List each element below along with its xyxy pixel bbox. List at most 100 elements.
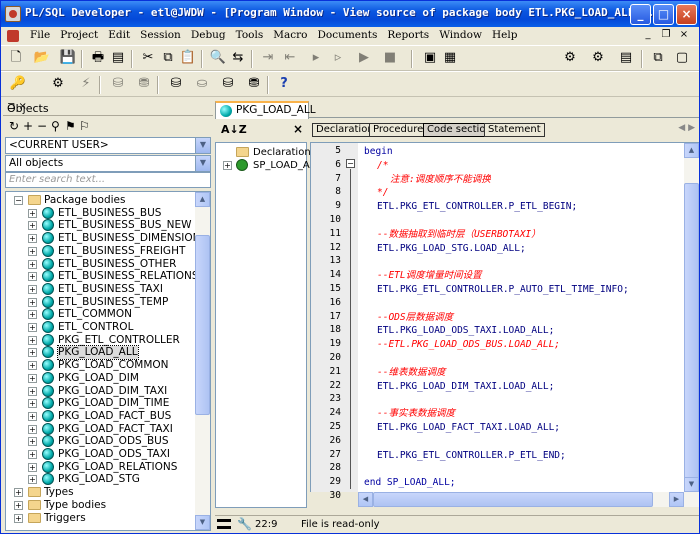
tree-folder[interactable]: + Types [6, 486, 196, 499]
tree-item[interactable]: + ETL_COMMON [6, 308, 196, 321]
tree-item[interactable]: + ETL_BUSINESS_TEMP [6, 295, 196, 309]
tree-item[interactable]: + ETL_BUSINESS_BUS [6, 206, 196, 220]
tree-item[interactable]: + PKG_ETL_CONTROLLER [6, 333, 196, 347]
section-statement[interactable]: Statement [484, 123, 545, 137]
scroll-thumb[interactable] [373, 492, 653, 507]
document-icon[interactable] [7, 30, 19, 42]
title-bar[interactable]: PL/SQL Developer - etl@JWDW - [Program W… [1, 1, 699, 27]
doc-minimize-icon[interactable]: _ [641, 29, 655, 42]
copy-icon[interactable]: ⧉ [159, 50, 177, 67]
help-icon[interactable]: ? [275, 76, 293, 93]
tree-item[interactable]: + PKG_LOAD_DIM [6, 371, 196, 385]
close-icon[interactable]: × [293, 122, 303, 136]
tree-folder[interactable]: + Type bodies [6, 499, 196, 512]
object-browser-icon[interactable]: ⚑ [65, 119, 76, 133]
expand-icon[interactable]: + [28, 234, 37, 244]
menu-item-help[interactable]: Help [487, 29, 522, 41]
tree-item[interactable]: + ETL_BUSINESS_OTHER [6, 257, 196, 271]
expand-icon[interactable]: + [28, 297, 37, 307]
expand-icon[interactable]: + [14, 501, 23, 511]
scroll-right-icon[interactable]: ▶ [669, 492, 684, 507]
menu-item-edit[interactable]: Edit [103, 29, 135, 41]
expand-all-icon[interactable]: + [23, 119, 33, 133]
stop-icon[interactable]: ■ [381, 50, 399, 67]
expand-icon[interactable]: + [28, 259, 37, 269]
tree-item[interactable]: + ETL_CONTROL [6, 321, 196, 334]
scroll-thumb[interactable] [195, 235, 210, 415]
print-preview-icon[interactable]: ▤ [109, 50, 127, 67]
maximize-button[interactable]: □ [653, 4, 674, 25]
expand-icon[interactable]: + [28, 373, 37, 383]
tree-item[interactable]: + ETL_BUSINESS_TAXI [6, 282, 196, 296]
scroll-down-icon[interactable]: ▼ [684, 477, 699, 492]
user-select[interactable]: <CURRENT USER> ▼ [5, 137, 211, 154]
tree-item[interactable]: + ETL_BUSINESS_DIMENSION [6, 232, 200, 245]
cascade-icon[interactable]: ▢ [673, 50, 691, 67]
commit-icon[interactable]: ⛁ [109, 76, 127, 93]
menu-item-file[interactable]: File [25, 29, 55, 41]
window-icon[interactable]: ▣ [421, 50, 439, 67]
tree-item[interactable]: + PKG_LOAD_ODS_BUS [6, 435, 196, 448]
expand-icon[interactable]: + [223, 161, 232, 170]
tree-folder-package-bodies[interactable]: − Package bodies [6, 194, 196, 207]
expand-icon[interactable]: + [28, 272, 37, 282]
pin-icon[interactable]: ⊐ × [7, 101, 209, 112]
tree-scrollbar[interactable]: ▲ ▼ [195, 192, 210, 530]
menu-item-project[interactable]: Project [55, 29, 103, 41]
expand-icon[interactable]: + [28, 424, 37, 434]
expand-icon[interactable]: + [28, 450, 37, 459]
paste-icon[interactable]: 📋 [179, 50, 197, 67]
filter-icon[interactable]: ⚐ [79, 119, 90, 133]
tree-item[interactable]: + PKG_LOAD_FACT_TAXI [6, 422, 196, 436]
unindent-icon[interactable]: ⇤ [281, 50, 299, 67]
expand-icon[interactable]: + [14, 488, 23, 498]
fold-icon[interactable]: − [346, 159, 355, 168]
scroll-up-icon[interactable]: ▲ [684, 143, 699, 158]
outline-item-procedure[interactable]: + SP_LOAD_ALL [216, 159, 321, 172]
expand-icon[interactable]: + [28, 437, 37, 447]
menu-item-documents[interactable]: Documents [312, 29, 382, 41]
expand-icon[interactable]: + [28, 399, 37, 409]
print-icon[interactable]: 🖶 [89, 50, 107, 67]
scroll-up-icon[interactable]: ▲ [195, 192, 210, 207]
connect-icon[interactable]: ⚙ [561, 50, 579, 67]
window-list-icon[interactable]: ▦ [441, 50, 459, 67]
tree-item[interactable]: + PKG_LOAD_DIM_TIME [6, 397, 196, 410]
explain-plan-icon[interactable]: ⛁ [219, 76, 237, 93]
expand-icon[interactable]: + [28, 361, 37, 371]
tree-item[interactable]: + ETL_BUSINESS_FREIGHT [6, 244, 196, 258]
rollback-icon[interactable]: ⛃ [135, 76, 153, 93]
expand-icon[interactable]: + [28, 310, 37, 320]
tile-icon[interactable]: ⧉ [649, 50, 667, 67]
section-declaration[interactable]: Declaration [312, 123, 378, 137]
indent-icon[interactable]: ⇥ [259, 50, 277, 67]
menu-item-window[interactable]: Window [434, 29, 487, 41]
outline-item-declaration[interactable]: Declaration [216, 146, 311, 159]
tab-pkg-load-all[interactable]: PKG_LOAD_ALL [215, 101, 316, 119]
expand-icon[interactable]: + [28, 475, 37, 485]
tree-item[interactable]: + ETL_BUSINESS_BUS_NEW [6, 219, 196, 232]
expand-icon[interactable]: + [28, 386, 37, 396]
chevron-down-icon[interactable]: ▼ [195, 156, 210, 171]
menu-item-tools[interactable]: Tools [231, 29, 269, 41]
expand-icon[interactable]: + [28, 462, 37, 472]
editor-horizontal-scrollbar[interactable]: ◀ ▶ [358, 492, 699, 507]
code-editor[interactable]: begin /* 注意:调度顺序不能调换 */ ETL.PKG_ETL_CONTROLL… [358, 142, 684, 492]
search-input[interactable]: Enter search text... [5, 172, 211, 188]
sql-icon[interactable]: ⛃ [245, 76, 263, 93]
run-icon[interactable]: ▶ [355, 50, 373, 67]
scroll-down-icon[interactable]: ▼ [195, 515, 210, 530]
section-procedure[interactable]: Procedure [369, 123, 428, 137]
expand-icon[interactable]: + [28, 246, 37, 256]
chevron-down-icon[interactable]: ▼ [195, 138, 210, 153]
tree-item[interactable]: + PKG_LOAD_COMMON [6, 359, 196, 372]
tree-item[interactable]: + PKG_LOAD_DIM_TAXI [6, 384, 196, 398]
tree-item[interactable]: + PKG_LOAD_RELATIONS [6, 460, 196, 474]
tree-folder[interactable]: + Triggers [6, 512, 196, 525]
scroll-left-icon[interactable]: ◀ [358, 492, 373, 507]
section-nav-icon[interactable]: ◀ ▶ [678, 123, 695, 133]
doc-close-icon[interactable]: × [677, 29, 691, 42]
editor-vertical-scrollbar[interactable]: ▲ ▼ [684, 142, 699, 492]
save-icon[interactable]: 💾 [59, 50, 77, 67]
expand-icon[interactable]: + [28, 348, 37, 358]
